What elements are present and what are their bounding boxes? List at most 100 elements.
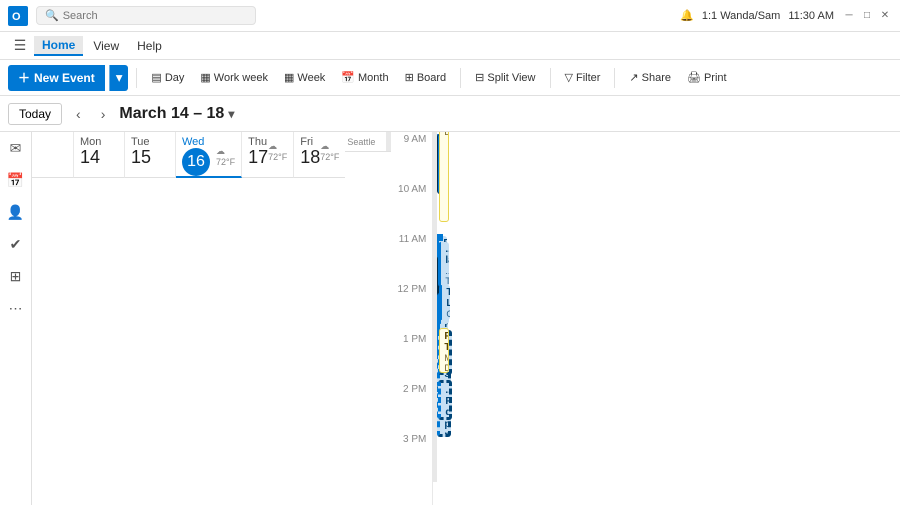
menu-view[interactable]: View	[85, 37, 127, 55]
toolbar-separator-1	[136, 68, 137, 88]
outlook-logo: O	[8, 6, 28, 26]
date-range: March 14 – 18 ▾	[119, 105, 234, 123]
share-button[interactable]: ↗ Share	[623, 66, 677, 90]
day-headers: Mon 14 Tue 15 Wed 16 ☁ 72°F	[74, 132, 345, 505]
thu-header: Thu 17 ☁ 72°F	[242, 132, 294, 178]
print-label: Print	[704, 72, 727, 84]
mon-header: Mon 14	[74, 132, 125, 178]
next-arrow[interactable]: ›	[95, 104, 112, 124]
month-button[interactable]: 📅 Month	[335, 66, 394, 90]
sidebar-teams-icon[interactable]: ⊞	[4, 264, 28, 288]
time-column: 9 AM 10 AM 11 AM 12 PM 1 PM 2 PM 3 PM	[391, 132, 433, 505]
filter-button[interactable]: ▽ Filter	[559, 66, 607, 90]
headers-row: Mon 14 Tue 15 Wed 16 ☁ 72°F	[32, 132, 345, 505]
menu-home[interactable]: Home	[34, 36, 83, 56]
wed-header: Wed 16 ☁ 72°F	[176, 132, 242, 178]
board-icon: ⊞	[405, 71, 414, 84]
notification-icon[interactable]: 🔔	[680, 9, 694, 22]
new-event-button[interactable]: ＋ New Event	[8, 65, 105, 91]
top-bar: O 🔍 🔔 1:1 Wanda/Sam 11:30 AM ─ □ ✕	[0, 0, 900, 32]
toolbar-separator-2	[460, 68, 461, 88]
time-display: 11:30 AM	[788, 10, 834, 22]
maximize-button[interactable]: □	[860, 9, 874, 23]
print-icon: 🖨	[687, 71, 701, 84]
calendar-body: 9 AM 10 AM 11 AM 12 PM 1 PM 2 PM 3 PM	[391, 132, 437, 505]
seattle-row: Seattle	[345, 132, 391, 152]
sidebar-apps-icon[interactable]: ⋯	[4, 296, 28, 320]
hamburger-icon[interactable]: ☰	[8, 34, 32, 58]
prev-arrow[interactable]: ‹	[70, 104, 87, 124]
seattle-label: Seattle	[345, 132, 387, 151]
new-event-label: New Event	[34, 71, 95, 85]
today-button[interactable]: Today	[8, 103, 62, 125]
week-icon: ▦	[284, 71, 294, 84]
time-12pm: 12 PM	[391, 282, 432, 332]
day-icon: ▤	[151, 71, 161, 84]
new-event-dropdown[interactable]: ▾	[109, 65, 129, 91]
menu-bar: ☰ Home View Help	[0, 32, 900, 60]
work-week-button[interactable]: ▦ Work week	[194, 66, 274, 90]
top-right: 🔔 1:1 Wanda/Sam 11:30 AM ─ □ ✕	[680, 9, 892, 23]
thu-num: 17	[248, 148, 268, 166]
time-1pm: 1 PM	[391, 332, 432, 382]
week-label: Week	[297, 72, 325, 84]
work-week-icon: ▦	[200, 71, 210, 84]
fri-header: Fri 18 ☁ 72°F	[294, 132, 345, 178]
share-label: Share	[642, 72, 671, 84]
sidebar-calendar-icon[interactable]: 📅	[4, 168, 28, 192]
sidebar-people-icon[interactable]: 👤	[4, 200, 28, 224]
search-input[interactable]	[63, 10, 243, 22]
wed-num: 16	[182, 148, 210, 176]
calendar-area: ✉ 📅 👤 ✔ ⊞ ⋯ Mon 14 Tue 15	[0, 132, 900, 505]
filter-label: Filter	[576, 72, 600, 84]
filter-icon: ▽	[565, 71, 573, 84]
event-t-launch[interactable]: ...t launch ...ft Teams ...tha Cantrell	[438, 242, 449, 287]
event-review-quotes[interactable]: ...all) Review quotes for P. ...ft Teams…	[438, 380, 452, 420]
minimize-button[interactable]: ─	[842, 9, 856, 23]
svg-text:O: O	[12, 11, 21, 23]
time-2pm: 2 PM	[391, 382, 432, 432]
thu-body: Breakfast with Miguel Review new product…	[436, 132, 437, 482]
toolbar-separator-3	[550, 68, 551, 88]
date-range-text: March 14 – 18	[119, 105, 224, 123]
day-view-button[interactable]: ▤ Day	[145, 66, 190, 90]
split-label: Split View	[487, 72, 535, 84]
user-info: 1:1 Wanda/Sam	[702, 10, 780, 22]
date-range-chevron[interactable]: ▾	[228, 107, 234, 121]
sidebar-tasks-icon[interactable]: ✔	[4, 232, 28, 256]
print-button[interactable]: 🖨 Print	[681, 66, 733, 90]
plus-icon: ＋	[18, 69, 30, 86]
time-3pm: 3 PM	[391, 432, 432, 482]
tue-header: Tue 15	[125, 132, 176, 178]
event-team-lunch-fri[interactable]: Team Lunch Cafeteria	[439, 285, 450, 320]
sidebar-mail-icon[interactable]: ✉	[4, 136, 28, 160]
calendar-nav: Today ‹ › March 14 – 18 ▾	[0, 96, 900, 132]
time-11am: 11 AM	[391, 232, 432, 282]
month-label: Month	[358, 72, 389, 84]
board-label: Board	[417, 72, 446, 84]
day-bodies: Week kick off Conference Room 12 Daisy P…	[433, 132, 437, 505]
split-view-button[interactable]: ⊟ Split View	[469, 66, 541, 90]
event-focus-time-fri-2[interactable]: Focus Time My Desk	[439, 328, 449, 373]
close-button[interactable]: ✕	[878, 9, 892, 23]
time-header-spacer	[32, 132, 74, 178]
time-and-days: Mon 14 Tue 15 Wed 16 ☁ 72°F	[32, 132, 900, 505]
week-button[interactable]: ▦ Week	[278, 66, 331, 90]
wed-name: Wed	[182, 136, 210, 148]
menu-help[interactable]: Help	[129, 37, 170, 55]
share-icon: ↗	[629, 71, 638, 84]
search-bar[interactable]: 🔍	[36, 6, 256, 25]
mon-num: 14	[80, 148, 118, 166]
board-button[interactable]: ⊞ Board	[399, 66, 453, 90]
time-9am: 9 AM	[391, 132, 432, 182]
toolbar: ＋ New Event ▾ ▤ Day ▦ Work week ▦ Week 📅…	[0, 60, 900, 96]
toolbar-separator-4	[614, 68, 615, 88]
day-label: Day	[165, 72, 185, 84]
work-week-label: Work week	[214, 72, 268, 84]
split-icon: ⊟	[475, 71, 484, 84]
window-controls: ─ □ ✕	[842, 9, 892, 23]
search-icon: 🔍	[45, 9, 59, 22]
event-focus-time-fri-top[interactable]: Focus time My Desk	[439, 132, 449, 222]
tue-num: 15	[131, 148, 169, 166]
sidebar-icons: ✉ 📅 👤 ✔ ⊞ ⋯	[0, 132, 32, 505]
